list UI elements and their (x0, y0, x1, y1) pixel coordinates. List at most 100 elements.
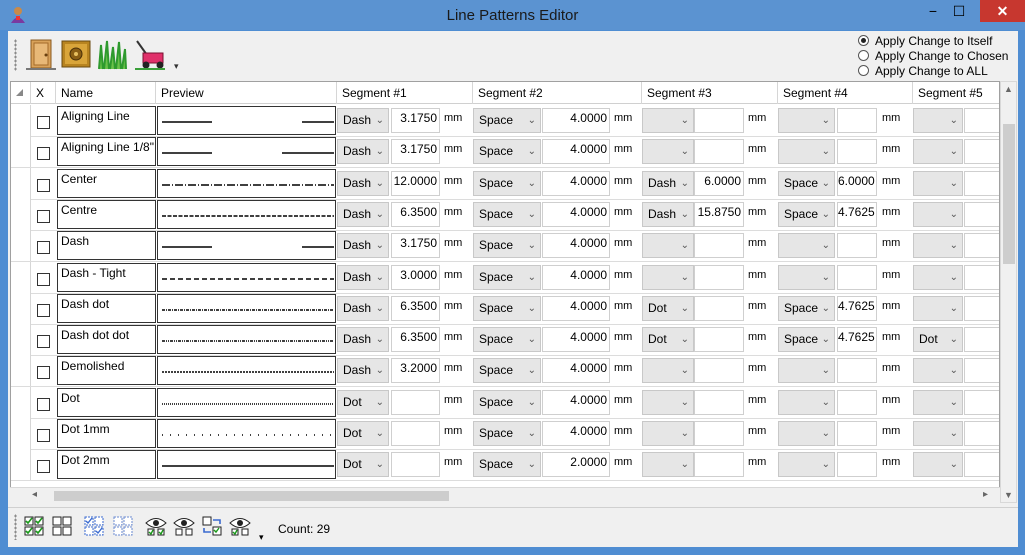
view-swap-icon[interactable] (201, 515, 223, 537)
segment-5-type-dropdown[interactable]: ⌄ (913, 389, 963, 415)
segment-5-length-input[interactable] (964, 421, 999, 446)
horizontal-scrollbar[interactable]: ◂ ▸ (10, 487, 1000, 504)
segment-5-type-dropdown[interactable]: ⌄ (913, 452, 963, 478)
segment-4-length-input[interactable] (837, 421, 877, 446)
segment-1-type-dropdown[interactable]: Dash ⌄ (337, 264, 389, 290)
vertical-scrollbar[interactable]: ▲ ▼ (1000, 81, 1017, 503)
pattern-name-cell[interactable]: Dash - Tight (57, 262, 156, 292)
scroll-up-icon[interactable]: ▲ (1004, 84, 1013, 94)
segment-1-type-dropdown[interactable]: Dash ⌄ (337, 327, 389, 353)
segment-3-type-dropdown[interactable]: Dot ⌄ (642, 295, 694, 321)
segment-3-type-dropdown[interactable]: Dot ⌄ (642, 327, 694, 353)
pattern-name-cell[interactable]: Center (57, 168, 156, 198)
view-none-icon[interactable] (173, 515, 195, 537)
horizontal-scroll-thumb[interactable] (54, 491, 449, 501)
segment-3-length-input[interactable] (694, 233, 744, 259)
column-header-segment-2[interactable]: Segment #2 (473, 82, 642, 104)
segment-3-length-input[interactable] (694, 295, 744, 321)
segment-2-type-dropdown[interactable]: Space ⌄ (473, 295, 541, 321)
column-header-segment-3[interactable]: Segment #3 (642, 82, 778, 104)
segment-4-type-dropdown[interactable]: Space ⌄ (778, 327, 835, 353)
close-button[interactable]: ✕ (980, 0, 1025, 22)
segment-4-type-dropdown[interactable]: Space ⌄ (778, 170, 835, 196)
row-checkbox[interactable] (37, 397, 50, 411)
row-checkbox[interactable] (37, 272, 50, 286)
segment-2-type-dropdown[interactable]: Space ⌄ (473, 421, 541, 446)
segment-3-type-dropdown[interactable]: Dash ⌄ (642, 201, 694, 227)
door-icon[interactable] (24, 37, 58, 71)
segment-1-type-dropdown[interactable]: Dash ⌄ (337, 170, 389, 196)
segment-1-length-input[interactable] (391, 389, 440, 415)
pattern-name-cell[interactable]: Demolished (57, 356, 156, 386)
row-header[interactable] (11, 136, 31, 168)
segment-1-type-dropdown[interactable]: Dash ⌄ (337, 108, 389, 133)
segment-2-length-input[interactable]: 4.0000 (542, 295, 610, 321)
segment-4-length-input[interactable] (837, 358, 877, 384)
radio-icon[interactable] (858, 65, 869, 76)
segment-4-type-dropdown[interactable]: ⌄ (778, 233, 835, 259)
column-header-name[interactable]: Name (56, 82, 156, 104)
bottom-toolbar-grip[interactable] (14, 514, 17, 540)
column-header-segment-4[interactable]: Segment #4 (778, 82, 913, 104)
segment-1-length-input[interactable]: 12.0000 (391, 170, 440, 196)
segment-2-type-dropdown[interactable]: Space ⌄ (473, 452, 541, 478)
row-header[interactable] (11, 230, 31, 262)
maximize-button[interactable]: ☐ (948, 0, 970, 22)
select-chosen-icon[interactable] (83, 515, 105, 537)
segment-3-length-input[interactable] (694, 389, 744, 415)
row-checkbox[interactable] (37, 303, 50, 317)
segment-4-length-input[interactable] (837, 389, 877, 415)
toolbar-overflow-button[interactable]: ▾ (174, 61, 179, 72)
column-header-x[interactable]: X (31, 82, 56, 104)
row-header[interactable] (11, 324, 31, 356)
segment-1-length-input[interactable]: 3.1750 (391, 233, 440, 259)
row-checkbox[interactable] (37, 366, 50, 380)
segment-2-type-dropdown[interactable]: Space ⌄ (473, 389, 541, 415)
row-header[interactable] (11, 167, 31, 199)
segment-2-length-input[interactable]: 4.0000 (542, 389, 610, 415)
segment-5-length-input[interactable] (964, 389, 999, 415)
segment-3-type-dropdown[interactable]: ⌄ (642, 452, 694, 478)
segment-2-type-dropdown[interactable]: Space ⌄ (473, 327, 541, 353)
row-header[interactable] (11, 449, 31, 481)
segment-3-type-dropdown[interactable]: ⌄ (642, 139, 694, 165)
segment-3-length-input[interactable]: 6.0000 (694, 170, 744, 196)
segment-2-type-dropdown[interactable]: Space ⌄ (473, 233, 541, 259)
segment-4-length-input[interactable]: 4.7625 (837, 295, 877, 321)
lawnmower-icon[interactable] (133, 37, 167, 71)
segment-2-type-dropdown[interactable]: Space ⌄ (473, 108, 541, 133)
pattern-name-cell[interactable]: Dash dot (57, 293, 156, 323)
row-header[interactable] (11, 105, 31, 136)
segment-2-length-input[interactable]: 4.0000 (542, 327, 610, 353)
segment-5-type-dropdown[interactable]: ⌄ (913, 295, 963, 321)
segment-5-type-dropdown[interactable]: ⌄ (913, 358, 963, 384)
segment-2-length-input[interactable]: 4.0000 (542, 264, 610, 290)
segment-4-length-input[interactable] (837, 264, 877, 290)
segment-3-type-dropdown[interactable]: ⌄ (642, 264, 694, 290)
pattern-name-cell[interactable]: Dash (57, 231, 156, 261)
row-checkbox[interactable] (37, 335, 50, 349)
select-all-corner[interactable] (11, 82, 31, 104)
segment-2-type-dropdown[interactable]: Space ⌄ (473, 139, 541, 165)
segment-3-type-dropdown[interactable]: ⌄ (642, 421, 694, 446)
segment-2-type-dropdown[interactable]: Space ⌄ (473, 264, 541, 290)
row-checkbox[interactable] (37, 116, 50, 129)
row-checkbox[interactable] (37, 178, 50, 192)
toolbar-grip[interactable] (14, 39, 17, 71)
segment-4-length-input[interactable] (837, 233, 877, 259)
segment-1-length-input[interactable]: 3.0000 (391, 264, 440, 290)
segment-5-type-dropdown[interactable]: ⌄ (913, 264, 963, 290)
segment-5-length-input[interactable] (964, 264, 999, 290)
segment-1-type-dropdown[interactable]: Dash ⌄ (337, 295, 389, 321)
segment-5-length-input[interactable] (964, 139, 999, 165)
segment-5-length-input[interactable] (964, 358, 999, 384)
segment-3-length-input[interactable] (694, 108, 744, 133)
segment-5-length-input[interactable] (964, 201, 999, 227)
segment-2-type-dropdown[interactable]: Space ⌄ (473, 358, 541, 384)
column-header-segment-5[interactable]: Segment #5 (913, 82, 999, 104)
pattern-name-cell[interactable]: Dot 1mm (57, 419, 156, 448)
segment-1-length-input[interactable] (391, 421, 440, 446)
select-none-icon[interactable] (51, 515, 73, 537)
deselect-chosen-icon[interactable] (112, 515, 134, 537)
radio-apply-itself[interactable]: Apply Change to Itself (858, 33, 1008, 48)
